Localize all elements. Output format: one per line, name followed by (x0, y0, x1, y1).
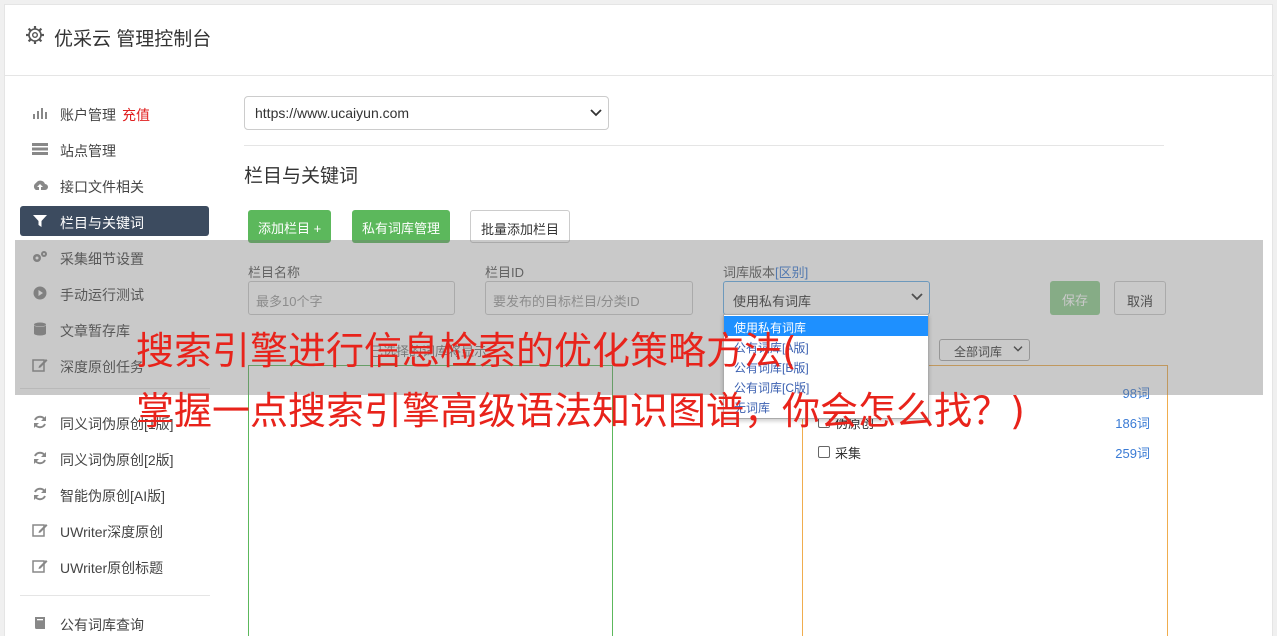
sidebar-item-uwriter-deep[interactable]: UWriter深度原创 (20, 515, 209, 545)
sidebar-item-label: 账户管理 (60, 107, 116, 123)
page-title: 优采云 管理控制台 (54, 29, 212, 50)
edit-icon (32, 560, 48, 573)
watermark-line-1: 搜索引擎进行信息检索的优化策略方法( (136, 329, 797, 373)
divider (244, 145, 1164, 146)
sidebar-item-label: UWriter深度原创 (60, 524, 164, 540)
section-title: 栏目与关键词 (244, 166, 359, 187)
watermark-line-2: 掌握一点搜索引擎高级语法知识图谱，你会怎么找？) (136, 389, 1025, 433)
sidebar-divider (20, 595, 210, 596)
library-name: 采集 (835, 446, 862, 461)
sidebar-item-columns[interactable]: 栏目与关键词 (20, 206, 209, 236)
sidebar-item-label: 栏目与关键词 (60, 215, 144, 231)
book-icon (34, 617, 45, 629)
batch-add-button[interactable]: 批量添加栏目 (470, 210, 571, 243)
filter-icon (33, 215, 47, 227)
private-library-button[interactable]: 私有词库管理 (352, 210, 451, 243)
recharge-badge[interactable]: 充值 (122, 107, 150, 123)
library-count: 186词 (1115, 416, 1150, 431)
library-checkbox[interactable] (818, 446, 830, 458)
sidebar-item-label: 公有词库查询 (60, 617, 144, 633)
chevron-down-icon (590, 109, 602, 117)
gear-icon (26, 26, 44, 44)
sidebar-item-uwriter-title[interactable]: UWriter原创标题 (20, 551, 209, 581)
sidebar-item-label: UWriter原创标题 (60, 560, 164, 576)
add-column-button[interactable]: 添加栏目 + (248, 210, 332, 243)
library-count: 259词 (1115, 446, 1150, 461)
refresh-icon (34, 415, 46, 429)
sidebar-item-label: 接口文件相关 (60, 179, 144, 195)
sidebar-item-label: 同义词伪原创[2版] (60, 452, 174, 468)
site-select[interactable]: https://www.ucaiyun.com (244, 96, 609, 130)
sidebar-item-label: 站点管理 (60, 143, 116, 159)
sidebar-item-interface[interactable]: 接口文件相关 (20, 170, 209, 200)
cloud-upload-icon (33, 180, 48, 190)
sidebar-item-ai-original[interactable]: 智能伪原创[AI版] (20, 479, 209, 509)
bar-chart-icon (33, 108, 47, 119)
edit-icon (32, 524, 48, 537)
sidebar-item-sites[interactable]: 站点管理 (20, 134, 209, 164)
site-select-value: https://www.ucaiyun.com (255, 105, 410, 121)
sidebar-item-public-lib[interactable]: 公有词库查询 (20, 608, 209, 636)
sidebar-item-label: 智能伪原创[AI版] (60, 488, 166, 504)
page-header: 优采云 管理控制台 (5, 5, 1274, 76)
refresh-icon (34, 451, 46, 465)
library-row[interactable]: 采集 259词 (818, 443, 1150, 463)
sidebar-item-account[interactable]: 账户管理 充值 (20, 98, 209, 128)
sidebar-item-synonym-v2[interactable]: 同义词伪原创[2版] (20, 443, 209, 473)
refresh-icon (34, 487, 46, 501)
server-icon (32, 143, 48, 155)
